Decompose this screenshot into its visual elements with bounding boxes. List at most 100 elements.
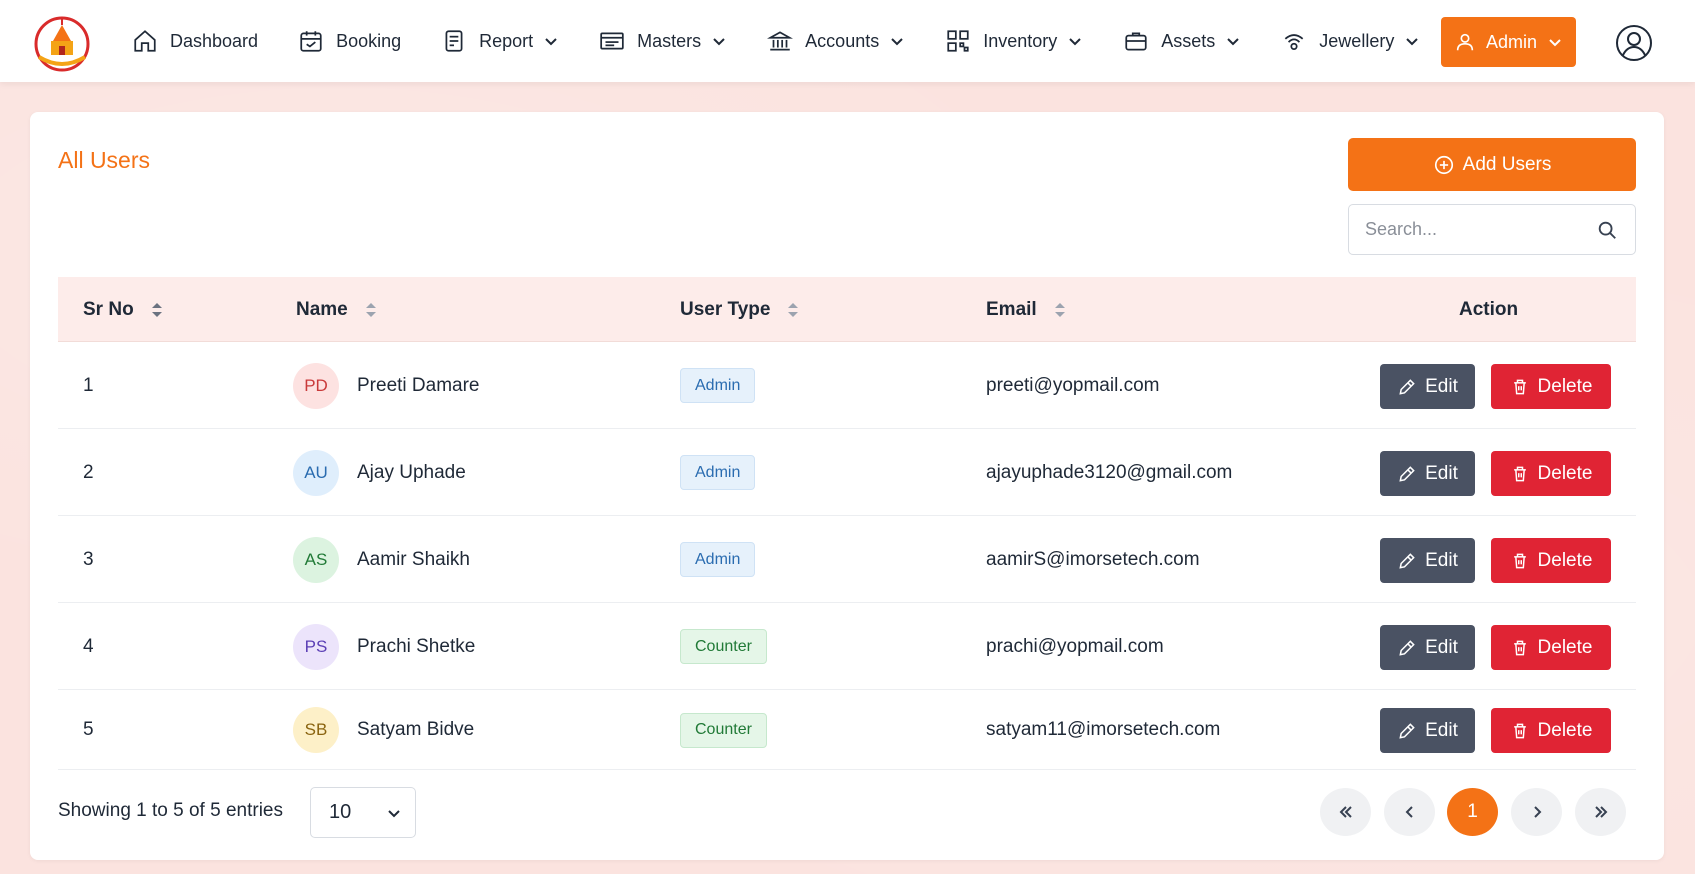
nav-report[interactable]: Report	[441, 0, 559, 82]
search-input[interactable]	[1365, 205, 1595, 254]
add-users-button[interactable]: Add Users	[1348, 138, 1636, 191]
edit-button[interactable]: Edit	[1380, 538, 1475, 583]
chevron-down-icon	[388, 810, 400, 818]
delete-button[interactable]: Delete	[1491, 625, 1611, 670]
chevron-down-icon	[1069, 38, 1081, 46]
delete-button[interactable]: Delete	[1491, 364, 1611, 409]
table-row: 5 SB Satyam Bidve Counter satyam11@imors…	[58, 690, 1636, 770]
cell-sr: 5	[83, 719, 94, 740]
user-name: Ajay Uphade	[357, 461, 466, 483]
chevron-down-icon	[713, 38, 725, 46]
pencil-icon	[1399, 378, 1415, 395]
nav-dashboard[interactable]: Dashboard	[132, 0, 258, 82]
chevron-down-icon	[1406, 38, 1419, 46]
delete-button[interactable]: Delete	[1491, 538, 1611, 583]
pencil-icon	[1399, 639, 1415, 656]
header-action: Action	[1459, 277, 1518, 342]
sort-icon	[365, 302, 376, 317]
chevron-left-icon	[1405, 806, 1413, 818]
avatar: AU	[293, 449, 339, 496]
nav-label: Booking	[336, 30, 402, 51]
avatar: PD	[293, 362, 339, 409]
edit-button[interactable]: Edit	[1380, 708, 1475, 753]
page-title: All Users	[58, 147, 151, 173]
home-icon	[132, 28, 158, 54]
nav-assets[interactable]: Assets	[1123, 0, 1241, 82]
delete-label: Delete	[1537, 636, 1593, 658]
entries-summary: Showing 1 to 5 of 5 entries	[58, 800, 283, 821]
cell-name: PS Prachi Shetke	[293, 603, 475, 690]
users-card: All Users Add Users Sr No Name User Type…	[30, 112, 1664, 860]
nav-label: Masters	[637, 30, 702, 51]
temple-logo-icon[interactable]	[33, 15, 91, 73]
trash-icon	[1513, 553, 1526, 568]
nav-masters[interactable]: Masters	[599, 0, 727, 82]
cell-type: Admin	[680, 342, 756, 429]
table-row: 4 PS Prachi Shetke Counter prachi@yopmai…	[58, 603, 1636, 690]
next-page-button[interactable]	[1511, 788, 1562, 836]
header-user-type[interactable]: User Type	[680, 277, 800, 342]
cell-email: satyam11@imorsetech.com	[986, 719, 1221, 740]
trash-icon	[1513, 466, 1526, 481]
trash-icon	[1513, 723, 1526, 738]
delete-label: Delete	[1537, 719, 1593, 741]
profile-avatar-icon[interactable]	[1615, 24, 1653, 62]
admin-menu-button[interactable]: Admin	[1441, 17, 1576, 67]
nav-jewellery[interactable]: Jewellery	[1281, 0, 1420, 82]
plus-circle-icon	[1434, 155, 1453, 174]
edit-button[interactable]: Edit	[1380, 451, 1475, 496]
add-users-label: Add Users	[1462, 153, 1552, 175]
cell-type: Counter	[680, 603, 767, 690]
calendar-icon	[298, 28, 324, 54]
cell-type: Admin	[680, 429, 756, 516]
header-label: Sr No	[83, 298, 134, 320]
nav-booking[interactable]: Booking	[298, 0, 401, 82]
user-type-badge: Admin	[680, 542, 756, 577]
delete-label: Delete	[1537, 375, 1593, 397]
header-email[interactable]: Email	[986, 277, 1067, 342]
nav-label: Inventory	[983, 30, 1058, 51]
top-navbar: Dashboard Booking Report Masters Account…	[0, 0, 1695, 82]
pencil-icon	[1399, 465, 1415, 482]
bank-icon	[767, 28, 794, 54]
chevron-down-icon	[1549, 39, 1561, 47]
cell-email: prachi@yopmail.com	[986, 635, 1164, 657]
user-name: Prachi Shetke	[357, 635, 476, 657]
user-type-badge: Counter	[680, 629, 767, 664]
avatar: AS	[293, 536, 339, 583]
delete-button[interactable]: Delete	[1491, 451, 1611, 496]
user-icon	[1456, 33, 1474, 51]
search-icon[interactable]	[1596, 219, 1618, 241]
header-name[interactable]: Name	[296, 277, 378, 342]
cell-type: Counter	[680, 690, 767, 770]
report-icon	[441, 28, 467, 54]
nav-inventory[interactable]: Inventory	[945, 0, 1083, 82]
admin-label: Admin	[1485, 31, 1538, 52]
edit-button[interactable]: Edit	[1380, 625, 1475, 670]
cell-sr: 3	[83, 548, 94, 570]
prev-page-button[interactable]	[1384, 788, 1435, 836]
nav-accounts[interactable]: Accounts	[767, 0, 905, 82]
edit-button[interactable]: Edit	[1380, 364, 1475, 409]
chevron-down-icon	[891, 38, 903, 46]
trash-icon	[1513, 640, 1526, 655]
page-size-select[interactable]: 10	[310, 787, 416, 838]
user-name: Satyam Bidve	[357, 719, 475, 740]
double-chevron-right-icon	[1594, 806, 1607, 818]
briefcase-icon	[1123, 28, 1149, 54]
user-type-badge: Counter	[680, 712, 767, 748]
search-box	[1348, 204, 1636, 255]
trash-icon	[1513, 379, 1526, 394]
nav-label: Report	[479, 30, 534, 51]
last-page-button[interactable]	[1575, 788, 1626, 836]
header-label: User Type	[680, 298, 771, 320]
nav-label: Accounts	[805, 30, 880, 51]
cell-email: preeti@yopmail.com	[986, 374, 1160, 396]
cell-name: SB Satyam Bidve	[293, 690, 474, 770]
first-page-button[interactable]	[1320, 788, 1371, 836]
user-name: Aamir Shaikh	[357, 548, 470, 570]
page-1-button[interactable]: 1	[1447, 788, 1498, 836]
delete-button[interactable]: Delete	[1491, 708, 1611, 753]
edit-label: Edit	[1425, 549, 1458, 571]
header-sr-no[interactable]: Sr No	[83, 277, 164, 342]
